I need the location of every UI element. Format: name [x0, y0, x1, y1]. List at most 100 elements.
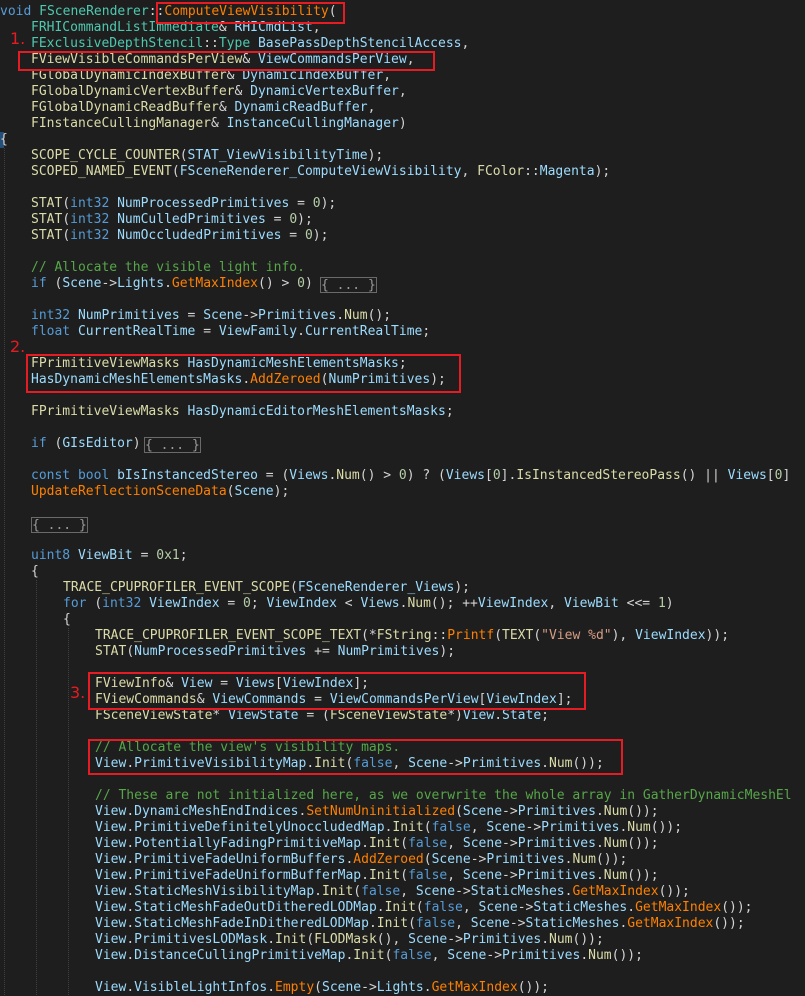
code-token: . — [423, 980, 432, 995]
code-token: Scene — [462, 804, 503, 819]
annotation-label-2: 2. — [10, 337, 26, 356]
code-token: ViewIndex — [477, 596, 549, 611]
code-token: . — [126, 980, 135, 995]
code-token: UpdateReflectionSceneData — [31, 484, 227, 499]
collapsed-block-misc[interactable]: { ... } — [31, 517, 88, 533]
code-token: , — [548, 596, 564, 611]
code-token: GetMaxIndex — [431, 980, 518, 995]
code-token: . — [126, 820, 135, 835]
code-line: FSceneViewState* ViewState = (FSceneView… — [95, 708, 549, 724]
code-token: . — [126, 948, 135, 963]
code-line: if (Scene->Lights.GetMaxIndex() > 0) — [31, 276, 313, 292]
code-token: . — [126, 932, 135, 947]
code-line: View.StaticMeshVisibilityMap.Init(false,… — [95, 884, 690, 900]
code-token: ] — [782, 468, 791, 483]
code-token: , — [447, 836, 463, 851]
code-token: Scene — [62, 276, 102, 291]
code-token: , — [462, 900, 479, 915]
code-token: PrimitiveFadeUniformBuffers — [134, 852, 346, 867]
code-line: View.PrimitiveFadeUniformBuffers.AddZero… — [95, 852, 627, 868]
code-token: -> — [517, 900, 534, 915]
code-token: ( — [423, 852, 432, 867]
code-token: 0 — [312, 196, 321, 211]
code-token: Num — [603, 868, 628, 883]
code-token: ViewBit — [564, 596, 619, 611]
code-token: ()); — [650, 820, 683, 835]
code-token: ()); — [713, 916, 745, 931]
code-token: STAT — [31, 212, 63, 227]
code-token: View — [95, 980, 127, 995]
code-token: Lights — [117, 276, 165, 291]
code-token: { — [31, 564, 39, 579]
code-token: ViewFamily — [218, 324, 298, 339]
code-token: . — [336, 308, 345, 323]
code-token: () > — [359, 468, 399, 483]
collapsed-block-editor[interactable]: { ... } — [144, 437, 201, 453]
code-token: . — [595, 836, 604, 851]
code-token: <<= — [618, 596, 658, 611]
code-token: 0 — [289, 212, 298, 227]
code-token: Init — [368, 836, 401, 851]
code-token: -> — [502, 836, 518, 851]
code-editor[interactable]: void FSceneRenderer::ComputeViewVisibili… — [0, 0, 805, 995]
code-token: StaticMeshes — [533, 900, 628, 915]
code-token: FPrimitiveViewMasks — [31, 404, 188, 419]
code-token: uint8 — [31, 548, 78, 563]
code-token: FExclusiveDepthStencil — [31, 36, 204, 51]
code-token: View — [462, 708, 495, 723]
code-token: )); — [705, 628, 730, 643]
code-token: STAT — [31, 196, 63, 211]
code-token: View — [95, 804, 127, 819]
code-token: . — [595, 804, 604, 819]
code-token: View — [95, 868, 127, 883]
code-token: 0 — [492, 468, 501, 483]
collapsed-block-lights[interactable]: { ... } — [320, 277, 377, 293]
code-token: ; — [445, 404, 454, 419]
code-token: Magenta — [539, 164, 595, 179]
code-token: , — [367, 100, 376, 115]
code-line: float CurrentRealTime = ViewFamily.Curre… — [31, 324, 430, 340]
code-token: false — [423, 900, 463, 915]
code-token: Num — [407, 596, 431, 611]
code-token: Init — [392, 820, 424, 835]
code-line: View.DynamicMeshEndIndices.SetNumUniniti… — [95, 804, 659, 820]
code-token: View — [95, 884, 127, 899]
code-line: View.PrimitiveDefinitelyUnoccludedMap.In… — [95, 820, 682, 836]
code-token: . — [361, 868, 369, 883]
code-token: . — [314, 884, 322, 899]
code-token: ); — [454, 580, 471, 595]
code-token: . — [580, 948, 589, 963]
code-line: FExclusiveDepthStencil::Type BasePassDep… — [31, 36, 469, 52]
code-token: = ( — [257, 468, 290, 483]
code-token: = — [132, 548, 157, 563]
code-token: Views — [289, 468, 329, 483]
code-token: GetMaxIndex — [627, 916, 714, 931]
code-token: GetMaxIndex — [572, 884, 659, 899]
code-token: -> — [455, 884, 471, 899]
code-token: ( — [94, 596, 103, 611]
indent-guide — [68, 628, 69, 995]
code-token: ( — [171, 164, 180, 179]
code-line: const bool bIsInstancedStereo = (Views.N… — [31, 468, 790, 484]
code-token: -> — [502, 804, 518, 819]
code-token: ViewIndex — [635, 628, 706, 643]
code-token: IsInstancedStereoPass — [516, 468, 681, 483]
code-token: FSceneRenderer_Views — [297, 580, 455, 595]
code-token: ); — [439, 644, 456, 659]
code-line: if (GIsEditor) — [31, 436, 141, 452]
code-token: -> — [509, 916, 526, 931]
highlight-box-view-commands-param — [18, 51, 435, 71]
code-token: AddZeroed — [353, 852, 424, 867]
code-token: Primitives — [462, 932, 542, 947]
code-token: ()); — [595, 852, 628, 867]
code-token: ) — [304, 276, 313, 291]
code-token: ) — [665, 596, 674, 611]
code-token: 0x1 — [156, 548, 180, 563]
code-token: StaticMeshVisibilityMap — [134, 884, 315, 899]
code-token: CurrentRealTime — [304, 324, 423, 339]
code-token: & — [211, 116, 227, 131]
code-token: Num — [588, 948, 612, 963]
code-token: & — [218, 100, 235, 115]
code-token: Scene — [322, 980, 362, 995]
code-token: += — [306, 644, 338, 659]
